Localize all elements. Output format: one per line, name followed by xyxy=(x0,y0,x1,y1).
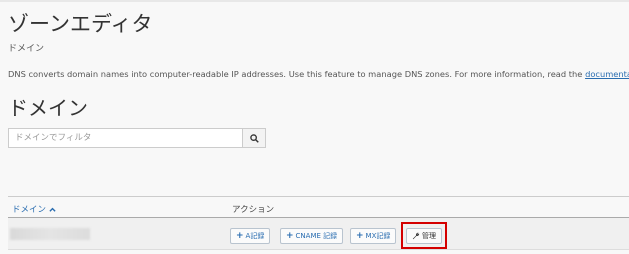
domain-column-label: ドメイン xyxy=(12,205,47,215)
top-divider xyxy=(0,0,629,2)
domain-column-header[interactable]: ドメイン xyxy=(12,203,56,215)
add-a-record-label: A記録 xyxy=(245,232,265,240)
intro-description: DNS converts domain names into computer-… xyxy=(8,69,629,79)
manage-button[interactable]: 管理 xyxy=(406,228,442,244)
table-row: + A記録 + CNAME 記録 + MX記録 管理 xyxy=(8,218,629,250)
domain-table: ドメイン アクション + A記録 + CNAME 記録 + MX記録 管理 xyxy=(8,196,629,250)
plus-icon: + xyxy=(236,230,244,241)
chevron-up-icon xyxy=(49,207,56,212)
domain-filter xyxy=(8,128,266,148)
add-mx-record-button[interactable]: + MX記録 xyxy=(350,228,397,244)
actions-column-header: アクション xyxy=(232,205,275,215)
plus-icon: + xyxy=(356,230,364,241)
documentation-link[interactable]: documentation xyxy=(585,69,629,79)
intro-text: DNS converts domain names into computer-… xyxy=(8,69,586,79)
add-a-record-button[interactable]: + A記録 xyxy=(230,228,271,244)
plus-icon: + xyxy=(286,230,294,241)
breadcrumb: ドメイン xyxy=(8,44,45,54)
domain-name-redacted xyxy=(10,228,90,240)
add-mx-record-label: MX記録 xyxy=(365,232,391,240)
domain-filter-input[interactable] xyxy=(8,128,242,148)
page-title: ゾーンエディタ xyxy=(8,12,153,36)
add-cname-record-label: CNAME 記録 xyxy=(295,232,338,240)
search-icon xyxy=(249,133,259,143)
section-title: ドメイン xyxy=(8,96,88,120)
manage-label: 管理 xyxy=(422,232,436,240)
search-button[interactable] xyxy=(242,128,266,148)
wrench-icon xyxy=(412,232,420,240)
table-header: ドメイン アクション xyxy=(8,196,629,218)
add-cname-record-button[interactable]: + CNAME 記録 xyxy=(280,228,344,244)
